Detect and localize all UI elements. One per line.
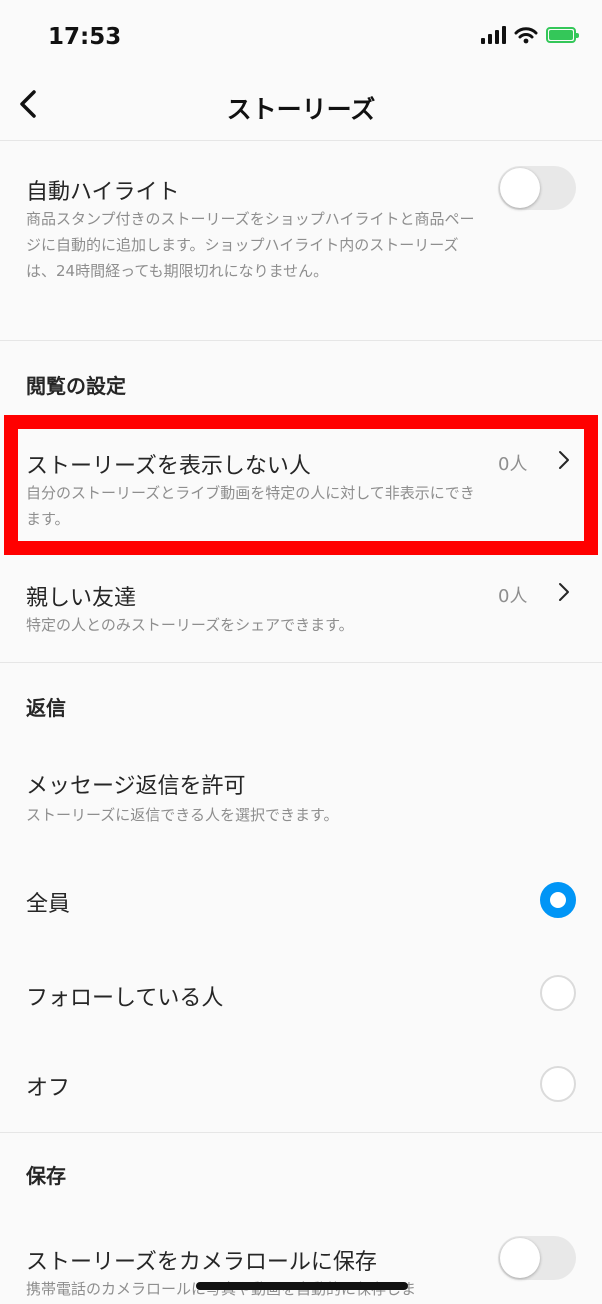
auto-highlight-toggle[interactable]	[498, 166, 576, 210]
signal-icon	[481, 26, 506, 44]
section-header-viewing: 閲覧の設定	[26, 374, 126, 398]
close-friends-count: 0人	[498, 586, 528, 607]
reply-option-following-radio[interactable]	[540, 975, 576, 1011]
header-divider	[0, 140, 602, 141]
highlight-box	[4, 415, 598, 555]
allow-replies-description: ストーリーズに返信できる人を選択できます。	[26, 806, 339, 824]
save-camera-roll-title: ストーリーズをカメラロールに保存	[26, 1250, 377, 1275]
section-header-save: 保存	[26, 1164, 66, 1188]
status-icons	[481, 26, 579, 44]
chevron-right-icon	[559, 583, 569, 601]
divider	[0, 1132, 602, 1133]
close-friends-title[interactable]: 親しい友達	[26, 580, 136, 612]
reply-option-off-radio[interactable]	[540, 1066, 576, 1102]
reply-option-off-label: オフ	[26, 1076, 71, 1101]
divider	[0, 662, 602, 663]
section-header-replies: 返信	[26, 696, 66, 720]
home-indicator	[196, 1282, 408, 1290]
reply-option-everyone-label: 全員	[26, 892, 71, 917]
save-camera-roll-toggle[interactable]	[498, 1236, 576, 1280]
status-time: 17:53	[48, 24, 122, 50]
allow-replies-title: メッセージ返信を許可	[26, 774, 246, 799]
divider	[0, 340, 602, 341]
reply-option-following-label: フォローしている人	[26, 986, 224, 1011]
battery-icon	[546, 27, 579, 43]
page-title: ストーリーズ	[226, 95, 376, 124]
close-friends-description: 特定の人とのみストーリーズをシェアできます。	[26, 616, 354, 634]
auto-highlight-title: 自動ハイライト	[26, 180, 180, 205]
reply-option-everyone-radio[interactable]	[540, 882, 576, 918]
wifi-icon	[514, 27, 538, 44]
auto-highlight-description: 商品スタンプ付きのストーリーズをショップハイライトと商品ページに自動的に追加しま…	[26, 210, 475, 280]
